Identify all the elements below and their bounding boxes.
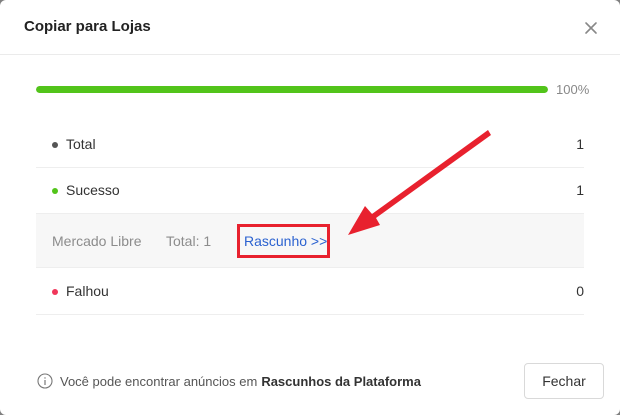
result-row-failed: Falhou 0 — [36, 268, 584, 315]
progress-percent: 100% — [556, 82, 590, 97]
platform-detail-row: Mercado Libre Total: 1 Rascunho >> — [36, 214, 584, 268]
failed-label: Falhou — [66, 283, 109, 299]
result-row-total: Total 1 — [36, 121, 584, 168]
status-dot-success — [52, 188, 58, 194]
dialog-title: Copiar para Lojas — [24, 18, 151, 35]
platform-name: Mercado Libre — [52, 233, 142, 249]
close-button[interactable]: Fechar — [524, 363, 604, 399]
footer-note-bold: Rascunhos da Plataforma — [261, 373, 421, 389]
dialog-header: Copiar para Lojas — [0, 0, 620, 55]
progress-bar-fill — [36, 86, 548, 93]
draft-link[interactable]: Rascunho >> — [237, 224, 330, 258]
close-icon[interactable] — [581, 18, 601, 38]
platform-total: Total: 1 — [166, 233, 212, 249]
success-label: Sucesso — [66, 182, 120, 198]
result-row-success: Sucesso 1 — [36, 168, 584, 214]
failed-count: 0 — [576, 283, 584, 299]
copy-to-stores-dialog: Copiar para Lojas 100% Total 1 Sucesso 1… — [0, 0, 620, 415]
footer-note-text: Você pode encontrar anúncios em — [60, 373, 258, 389]
total-label: Total — [66, 136, 96, 152]
progress-bar — [36, 86, 548, 93]
footer-note: Você pode encontrar anúncios em Rascunho… — [37, 373, 421, 389]
total-count: 1 — [576, 136, 584, 152]
success-count: 1 — [576, 182, 584, 198]
status-dot-total — [52, 142, 58, 148]
info-icon — [37, 373, 53, 389]
status-dot-failed — [52, 289, 58, 295]
